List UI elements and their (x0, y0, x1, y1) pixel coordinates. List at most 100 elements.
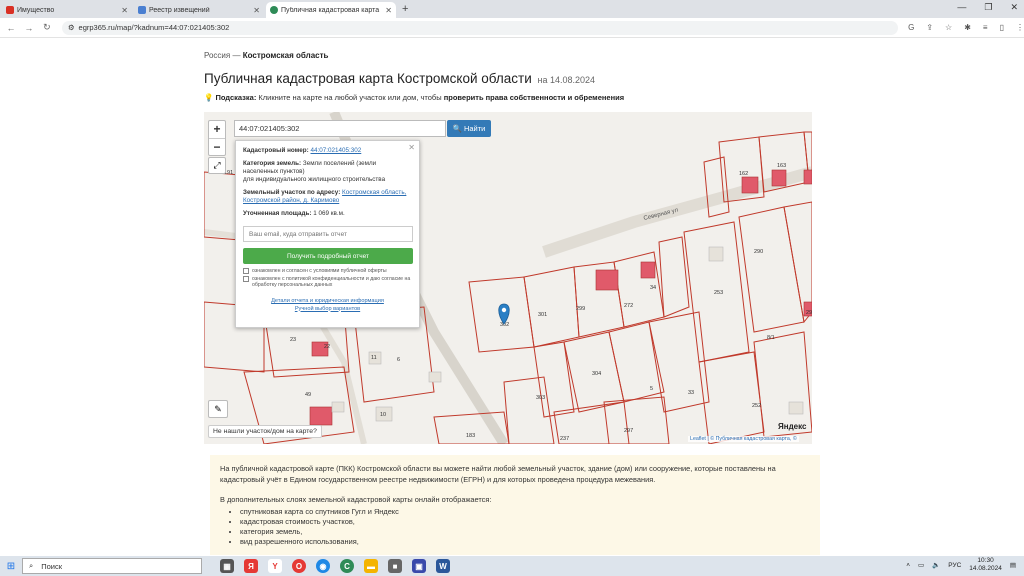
new-tab-button[interactable]: + (402, 2, 408, 18)
offer-checkbox[interactable] (243, 268, 249, 274)
parcel-number-label[interactable]: 6 (397, 357, 400, 363)
parcel-number-label[interactable]: 162 (739, 171, 748, 177)
breadcrumb: Россия — Костромская область (204, 51, 328, 60)
parcel-number-label[interactable]: 33 (688, 390, 694, 396)
parcel-number-label[interactable]: 299 (576, 306, 585, 312)
parcel-number-label[interactable]: 237 (560, 436, 569, 442)
firefox-icon[interactable]: ◉ (316, 559, 330, 573)
sidebar-icon[interactable]: ▯ (1000, 23, 1004, 32)
breadcrumb-current: Костромская область (242, 51, 329, 60)
parcel-info-popup: ✕ Кадастровый номер: 44:07:021405:302 Ка… (235, 140, 420, 328)
close-icon[interactable]: ✕ (408, 143, 415, 152)
get-report-button[interactable]: Получить подробный отчет (243, 248, 413, 264)
close-icon[interactable]: ✕ (385, 6, 392, 15)
taskbar-search[interactable]: ⌕ Поиск (22, 558, 202, 574)
map-attribution[interactable]: Leaflet | © Публичная кадастровая карта,… (688, 436, 799, 442)
privacy-checkbox[interactable] (243, 276, 249, 282)
menu-icon[interactable]: ⋮ (1016, 23, 1024, 32)
parcel-number-label[interactable]: 10 (380, 412, 386, 418)
draw-pencil-icon[interactable]: ✎ (208, 400, 228, 418)
map-marker-icon[interactable] (498, 303, 510, 325)
fullscreen-icon[interactable]: ⤢ (208, 157, 226, 174)
breadcrumb-root[interactable]: Россия (204, 51, 230, 60)
bookmark-star-icon[interactable]: ☆ (945, 23, 952, 32)
parcel-number-label[interactable]: 34 (650, 285, 656, 291)
windows-start-icon[interactable]: ⊞ (0, 561, 22, 572)
tab-favicon-icon (138, 6, 146, 14)
parcel-number-label[interactable]: 253 (714, 290, 723, 296)
cadnum-label: Кадастровый номер: (243, 147, 309, 154)
share-icon[interactable]: ⇪ (926, 23, 933, 32)
word-icon[interactable]: W (436, 559, 450, 573)
back-icon[interactable]: ← (4, 23, 18, 33)
zoom-in-button[interactable]: + (209, 121, 225, 138)
close-icon[interactable]: ✕ (121, 6, 128, 15)
chrome-icon[interactable]: C (340, 559, 354, 573)
extensions-icon[interactable]: ✱ (964, 23, 971, 32)
parcel-number-label[interactable]: 22 (324, 344, 330, 350)
language-indicator[interactable]: РУС (948, 562, 961, 569)
tab-cadastral-map[interactable]: Публичная кадастровая карта ✕ (266, 2, 396, 18)
app-icon[interactable]: ■ (388, 559, 402, 573)
search-button[interactable]: 🔍 Найти (447, 120, 491, 137)
tab-property[interactable]: Имущество ✕ (2, 2, 132, 18)
parcel-number-label[interactable]: 183 (466, 433, 475, 439)
forward-icon[interactable]: → (22, 23, 36, 33)
hint: 💡 Подсказка: Кликните на карте на любой … (204, 93, 624, 102)
hint-label: Подсказка: (215, 93, 257, 102)
close-window-icon[interactable]: ✕ (1010, 2, 1018, 13)
google-icon[interactable]: G (908, 23, 914, 32)
cadnum-link[interactable]: 44:07:021405:302 (311, 147, 362, 154)
tab-label: Реестр извещений (149, 6, 210, 14)
close-icon[interactable]: ✕ (253, 6, 260, 15)
manual-choice-link[interactable]: Ручной выбор вариантов (243, 306, 412, 314)
search-icon: ⌕ (29, 561, 34, 570)
lightbulb-icon: 💡 (204, 93, 214, 102)
volume-icon[interactable]: 🔈 (932, 561, 940, 569)
opera-icon[interactable]: O (292, 559, 306, 573)
parcel-number-label[interactable]: 301 (538, 312, 547, 318)
task-view-icon[interactable]: ▦ (220, 559, 234, 573)
parcel-number-label[interactable]: 252 (752, 403, 761, 409)
parcel-number-label[interactable]: 297 (624, 428, 633, 434)
parcel-number-label[interactable]: 49 (305, 392, 311, 398)
clock[interactable]: 10:30 14.08.2024 (969, 557, 1002, 573)
parcel-number-label[interactable]: 163 (777, 163, 786, 169)
info-list: спутниковая карта со спутников Гугл и Ян… (240, 507, 810, 547)
file-explorer-icon[interactable]: ▬ (364, 559, 378, 573)
notifications-icon[interactable]: ▤ (1010, 561, 1016, 569)
url-field[interactable]: ⚙ egrp365.ru/map/?kadnum=44:07:021405:30… (61, 20, 899, 35)
parcel-number-label[interactable]: 291 (806, 310, 812, 316)
app-icon[interactable]: ▣ (412, 559, 426, 573)
network-icon[interactable]: ▭ (918, 561, 924, 569)
taskbar-search-label: Поиск (41, 561, 62, 571)
parcel-number-label[interactable]: 304 (592, 371, 601, 377)
not-found-button[interactable]: Не нашли участок/дом на карте? (208, 425, 322, 438)
clock-time: 10:30 (977, 557, 994, 564)
yandex-browser-icon[interactable]: Я (244, 559, 258, 573)
area-row: Уточненная площадь: 1 069 кв.м. (243, 210, 412, 218)
cadnum-row: Кадастровый номер: 44:07:021405:302 (243, 147, 412, 155)
parcel-number-label[interactable]: 8/1 (767, 335, 775, 341)
parcel-number-label[interactable]: 290 (754, 249, 763, 255)
email-field[interactable] (243, 226, 413, 242)
maximize-icon[interactable]: ❐ (984, 2, 992, 13)
parcel-number-label[interactable]: 11 (371, 355, 377, 361)
system-tray: ˄ ▭ 🔈 РУС 10:30 14.08.2024 ▤ (906, 557, 1016, 573)
parcel-number-label[interactable]: 303 (536, 395, 545, 401)
site-info-icon[interactable]: ⚙ (68, 23, 75, 32)
parcel-number-label[interactable]: 5 (650, 386, 653, 392)
parcel-number-label[interactable]: 272 (624, 303, 633, 309)
tab-notices-registry[interactable]: Реестр извещений ✕ (134, 2, 264, 18)
chevron-up-icon[interactable]: ˄ (906, 562, 910, 569)
cadastral-search-input[interactable] (234, 120, 446, 137)
parcel-number-label[interactable]: 23 (290, 337, 296, 343)
tab-label: Имущество (17, 6, 55, 14)
yandex-icon[interactable]: Y (268, 559, 282, 573)
minimize-icon[interactable]: — (957, 2, 966, 13)
report-details-link[interactable]: Детали отчета и юридическая информация (243, 298, 412, 306)
reload-icon[interactable]: ↻ (40, 22, 54, 33)
reading-list-icon[interactable]: ≡ (983, 23, 988, 32)
zoom-out-button[interactable]: − (209, 138, 225, 155)
page-title-date: на 14.08.2024 (537, 75, 596, 85)
